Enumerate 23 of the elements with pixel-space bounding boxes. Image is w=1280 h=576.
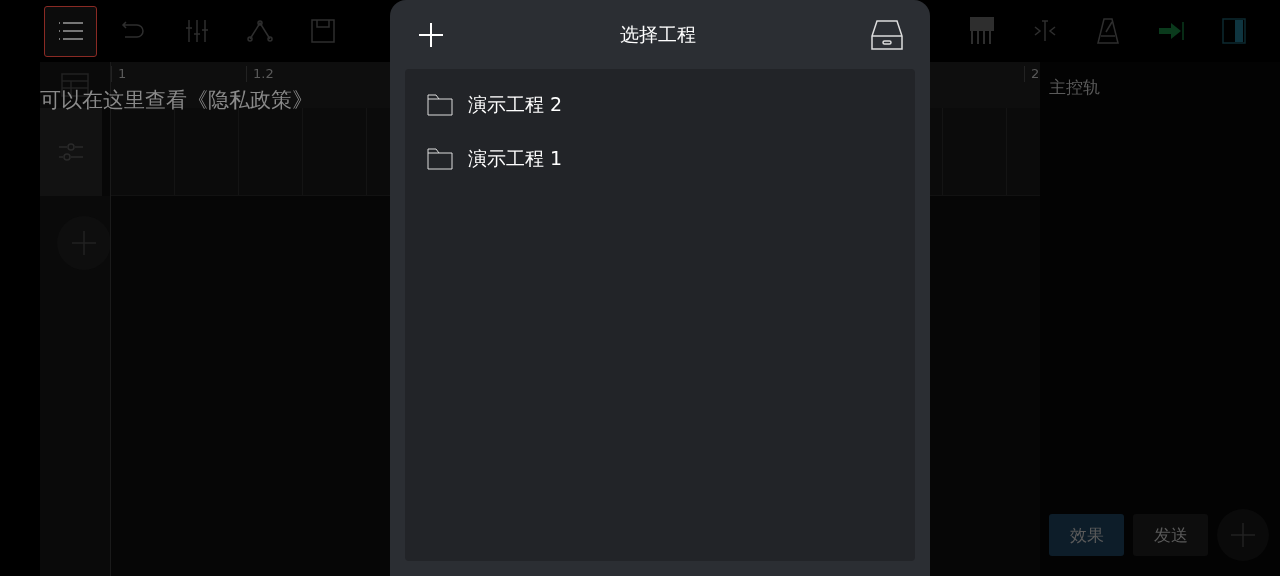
arrow-right-icon [1157, 21, 1184, 41]
piano-keys-icon [969, 17, 994, 45]
add-project-button[interactable] [418, 21, 444, 48]
split-icon [1032, 19, 1057, 43]
folder-icon [427, 148, 453, 170]
folder-icon [427, 94, 453, 116]
menu-icon [57, 21, 84, 41]
metronome-icon [1095, 18, 1120, 44]
undo-icon [120, 21, 147, 41]
plus-icon [418, 21, 444, 48]
panel-title: 主控轨 [1049, 76, 1101, 99]
dialog-title: 选择工程 [619, 21, 696, 47]
ruler-mark: 1.2 [246, 66, 381, 82]
sliders-icon [58, 141, 84, 163]
project-item[interactable]: 演示工程 2 [405, 78, 915, 132]
storage-button[interactable] [871, 19, 903, 50]
menu-button[interactable] [44, 5, 97, 57]
node-curve-icon [246, 19, 273, 43]
ruler-mark: 1 [111, 66, 246, 82]
sliders-icon [184, 19, 209, 43]
privacy-hint: 可以在这里查看《隐私政策》 [40, 87, 313, 114]
panel-icon [1221, 18, 1246, 44]
drive-icon [871, 19, 903, 50]
